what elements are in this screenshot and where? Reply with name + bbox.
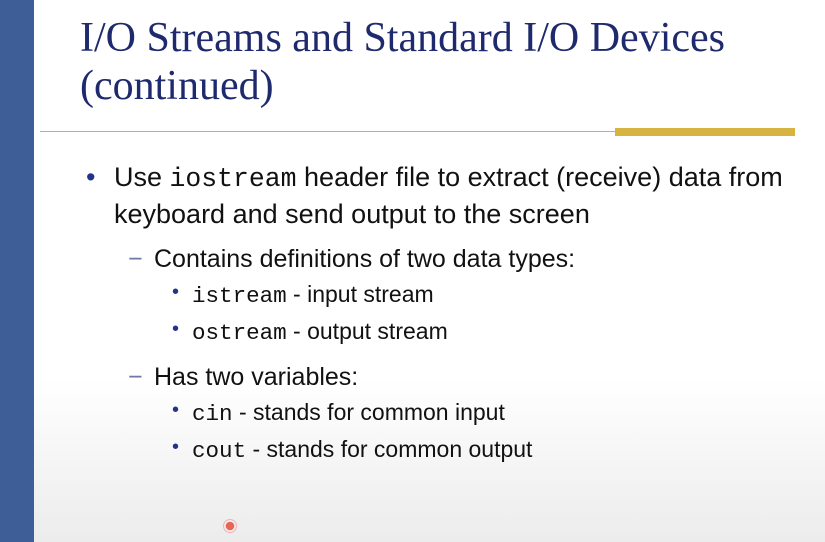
bullet-level3: • ostream - output stream [172,314,796,351]
bullet-dot-icon: • [172,314,179,345]
bullet-dot-icon: • [172,432,179,463]
bullet3a-code: istream [192,283,287,309]
bullet1-pre: Use [114,162,170,192]
bullet-dash-icon: − [128,359,143,395]
bullet-level1: • Use iostream header file to extract (r… [86,160,796,233]
bullet-level3: • istream - input stream [172,277,796,314]
bullet-level2: − Has two variables: [128,359,796,395]
bullet-dash-icon: − [128,241,143,277]
bullet3c-code: cin [192,401,233,427]
bullet-dot-icon: • [172,395,179,426]
bullet-level2: − Contains definitions of two data types… [128,241,796,277]
slide: I/O Streams and Standard I/O Devices (co… [0,0,825,542]
left-accent-stripe [0,0,34,542]
bullet3c-post: - stands for common input [233,399,505,425]
bullet-dot-icon: • [172,277,179,308]
bullet2a-text: Contains definitions of two data types: [154,245,575,273]
bullet3d-post: - stands for common output [246,436,532,462]
slide-content: • Use iostream header file to extract (r… [86,160,796,469]
bullet3b-code: ostream [192,320,287,346]
laser-pointer-icon [222,518,238,534]
bullet-level3: • cin - stands for common input [172,395,796,432]
bullet1-code: iostream [170,164,297,194]
bullet-level3: • cout - stands for common output [172,432,796,469]
slide-title: I/O Streams and Standard I/O Devices (co… [80,14,780,111]
bullet3b-post: - output stream [287,318,448,344]
bullet-dot-icon: • [86,160,95,196]
divider-thick-accent [615,128,795,136]
bullet2b-text: Has two variables: [154,363,358,391]
bullet3a-post: - input stream [287,281,434,307]
title-divider [40,128,795,136]
bullet3d-code: cout [192,438,246,464]
